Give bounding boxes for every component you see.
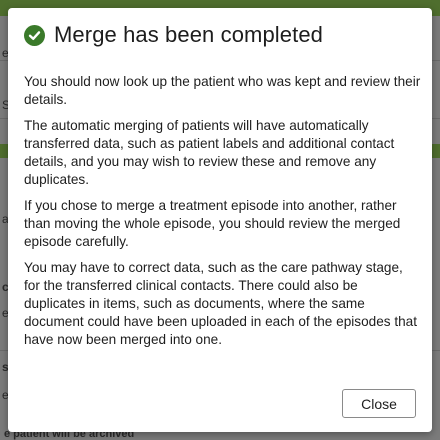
dialog-paragraph: You should now look up the patient who w… xyxy=(24,74,421,107)
dialog-paragraph: The automatic merging of patients will h… xyxy=(24,118,395,187)
close-button[interactable]: Close xyxy=(342,389,416,418)
dialog-paragraph: If you chose to merge a treatment episod… xyxy=(24,198,401,249)
merge-complete-dialog: Merge has been completed You should now … xyxy=(8,8,432,432)
dialog-title: Merge has been completed xyxy=(54,22,324,47)
dialog-paragraph: You may have to correct data, such as th… xyxy=(24,260,418,347)
dialog-body: You should now look up the patient who w… xyxy=(24,73,422,357)
check-circle-icon xyxy=(24,24,45,46)
dialog-header: Merge has been completed xyxy=(24,22,323,48)
